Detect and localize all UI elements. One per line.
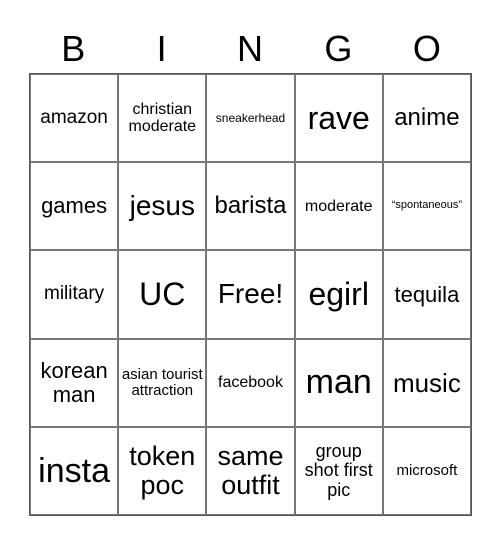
bingo-cell[interactable]: barista: [206, 162, 295, 251]
header-letter-g: G: [324, 28, 353, 69]
bingo-cell[interactable]: same outfit: [206, 426, 295, 515]
bingo-cell[interactable]: man: [294, 338, 383, 427]
bingo-cell[interactable]: group shot first pic: [294, 426, 383, 515]
bingo-cell[interactable]: sneakerhead: [206, 74, 295, 163]
bingo-cell[interactable]: token poc: [118, 426, 207, 515]
bingo-cell[interactable]: music: [382, 338, 471, 427]
bingo-cell[interactable]: tequila: [382, 250, 471, 339]
bingo-grid: amazon christian moderate sneakerhead rave a…: [29, 73, 472, 516]
bingo-cell[interactable]: rave: [294, 74, 383, 163]
header-letter-i: I: [156, 28, 167, 69]
bingo-cell[interactable]: UC: [118, 250, 207, 339]
bingo-cell[interactable]: jesus: [118, 162, 207, 251]
bingo-cell[interactable]: amazon: [30, 74, 119, 163]
bingo-cell[interactable]: games: [30, 162, 119, 251]
bingo-cell[interactable]: facebook: [206, 338, 295, 427]
bingo-cell[interactable]: asian tourist attraction: [118, 338, 207, 427]
bingo-cell[interactable]: anime: [382, 74, 471, 163]
bingo-cell[interactable]: military: [30, 250, 119, 339]
bingo-cell[interactable]: korean man: [30, 338, 119, 427]
bingo-cell[interactable]: “spontaneous”: [382, 162, 471, 251]
header-letter-b: B: [61, 28, 86, 69]
bingo-cell[interactable]: Free!: [206, 250, 295, 339]
bingo-cell[interactable]: egirl: [294, 250, 383, 339]
bingo-cell[interactable]: moderate: [294, 162, 383, 251]
bingo-cell[interactable]: christian moderate: [118, 74, 207, 163]
header-letter-o: O: [412, 28, 441, 69]
bingo-cell[interactable]: microsoft: [382, 426, 471, 515]
bingo-header: B I N G O: [29, 26, 471, 72]
bingo-cell[interactable]: insta: [30, 426, 119, 515]
header-letter-n: N: [237, 28, 264, 69]
